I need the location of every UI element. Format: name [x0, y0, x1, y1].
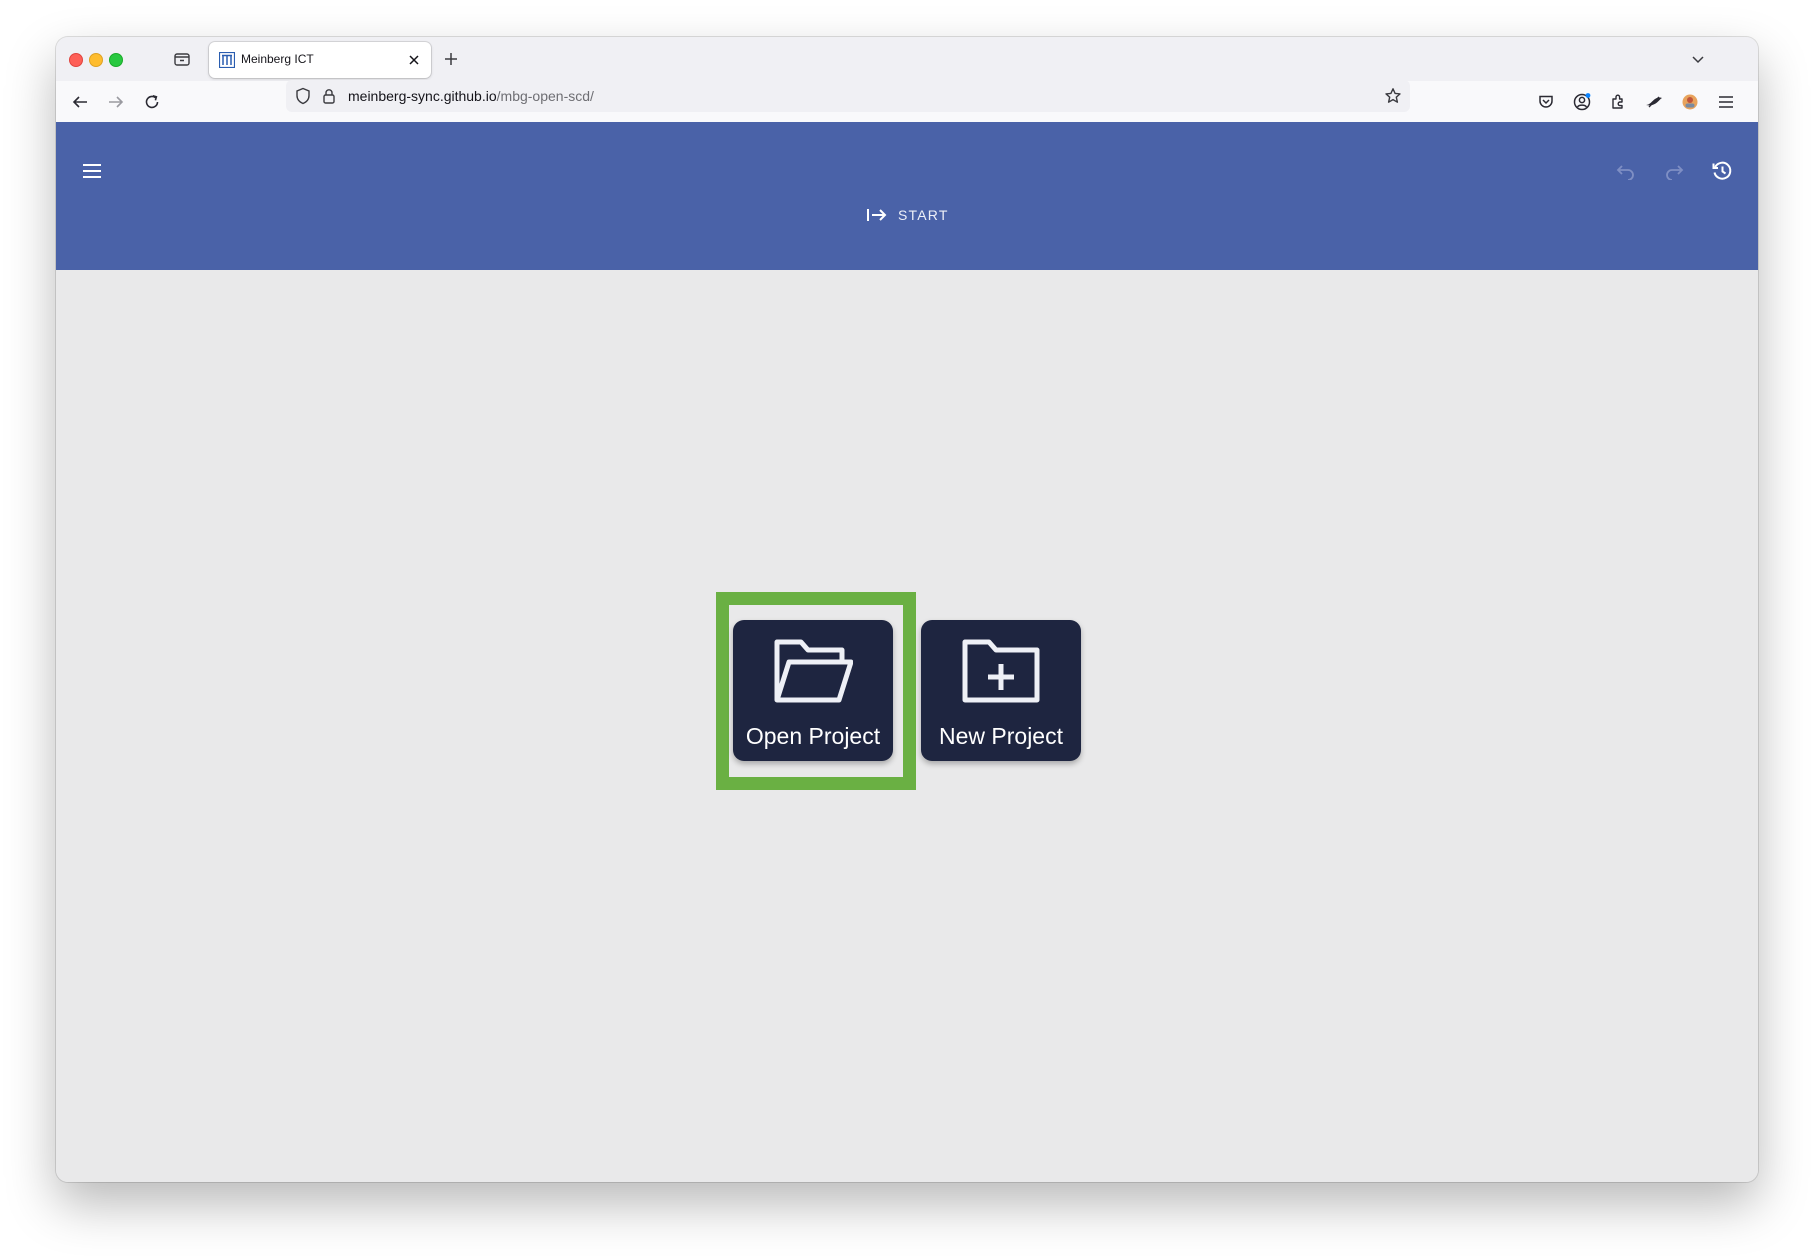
reload-icon[interactable] [138, 88, 166, 116]
forward-arrow-icon[interactable] [102, 88, 130, 116]
browser-window: Meinberg ICT meinberg-sync.github.io/mbg… [56, 37, 1758, 1182]
new-project-button[interactable]: New Project [921, 620, 1081, 761]
url-path: /mbg-open-scd/ [496, 88, 594, 104]
extension-bird-icon[interactable] [1640, 88, 1668, 116]
open-project-button[interactable]: Open Project [733, 620, 893, 761]
folder-open-icon [773, 634, 854, 706]
account-icon[interactable] [1568, 88, 1596, 116]
folder-plus-icon [961, 634, 1041, 706]
redo-icon[interactable] [1658, 155, 1690, 187]
chevron-down-icon[interactable] [1688, 49, 1708, 69]
url-bar[interactable]: meinberg-sync.github.io/mbg-open-scd/ [286, 80, 1410, 112]
bookmark-star-icon[interactable] [1384, 87, 1402, 105]
extension-avatar-icon[interactable] [1676, 88, 1704, 116]
maximize-window-button[interactable] [109, 53, 123, 67]
start-tab[interactable]: START [866, 200, 949, 230]
hamburger-menu-icon[interactable] [1712, 88, 1740, 116]
extensions-icon[interactable] [1604, 88, 1632, 116]
login-arrow-icon [867, 209, 887, 221]
meinberg-favicon-icon [218, 51, 236, 69]
url-host: meinberg-sync.github.io [348, 88, 497, 104]
tab-title: Meinberg ICT [241, 52, 314, 66]
history-icon[interactable] [1706, 155, 1738, 187]
app-menu-icon[interactable] [76, 155, 108, 187]
back-arrow-icon[interactable] [66, 88, 94, 116]
new-tab-icon[interactable] [441, 49, 461, 69]
close-window-button[interactable] [69, 53, 83, 67]
open-project-label: Open Project [745, 723, 881, 749]
minimize-window-button[interactable] [89, 53, 103, 67]
start-tab-label: START [898, 207, 949, 223]
app-header [56, 122, 1758, 270]
shield-icon[interactable] [294, 87, 312, 105]
new-project-label: New Project [939, 723, 1063, 749]
lock-icon[interactable] [320, 87, 338, 105]
tabs-overview-icon[interactable] [172, 49, 192, 69]
browser-tab-active[interactable]: Meinberg ICT [209, 42, 431, 78]
close-tab-icon[interactable] [405, 51, 423, 69]
url-text[interactable]: meinberg-sync.github.io/mbg-open-scd/ [348, 88, 594, 104]
tab-strip: Meinberg ICT [56, 37, 1758, 81]
pocket-icon[interactable] [1532, 88, 1560, 116]
undo-icon[interactable] [1610, 155, 1642, 187]
